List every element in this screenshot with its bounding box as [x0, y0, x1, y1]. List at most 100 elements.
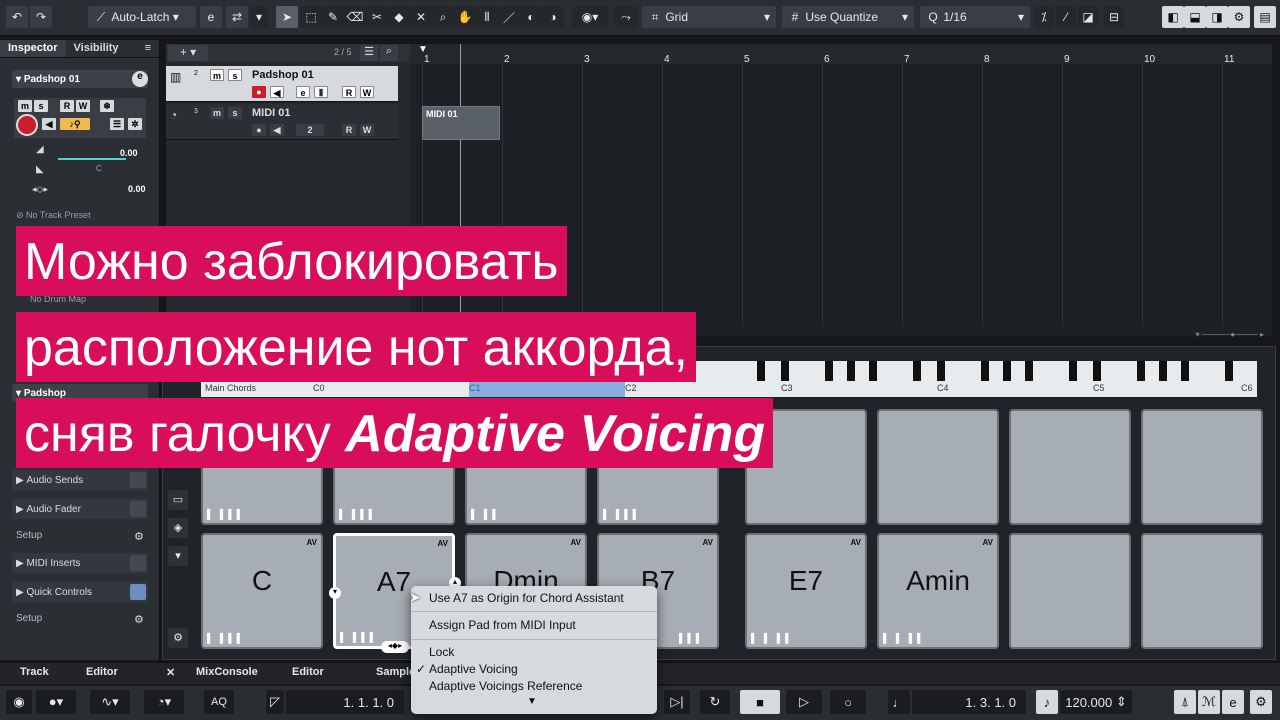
solo-button[interactable]: s: [34, 100, 48, 112]
lower-zone-icon[interactable]: ⬓: [1184, 6, 1206, 28]
record-mode-icon[interactable]: ●▾: [36, 690, 76, 714]
nudge-icon[interactable]: ⇄: [226, 6, 248, 28]
right-zone-icon[interactable]: ◨: [1206, 6, 1228, 28]
quantize-select[interactable]: Q 1/16 ▾: [920, 6, 1030, 28]
black-key[interactable]: [937, 361, 945, 381]
line-tool-icon[interactable]: ／: [498, 6, 520, 28]
menu-scroll-down-icon[interactable]: ▼: [527, 696, 537, 707]
inspector-track-header[interactable]: ▾ Padshop 01 e: [12, 70, 148, 88]
play-icon[interactable]: ▷: [786, 690, 822, 714]
redo-icon[interactable]: ↷: [30, 6, 52, 28]
tab-editor[interactable]: Editor: [292, 666, 324, 678]
chord-pad-empty[interactable]: [1009, 533, 1131, 649]
range-tool-icon[interactable]: ⬚: [300, 6, 322, 28]
menu-item-adaptive-voicing[interactable]: ✓ Adaptive Voicing: [411, 661, 657, 678]
track-row-midi[interactable]: ◔ 3 m s MIDI 01 ● ◀ 2 R W: [166, 104, 398, 140]
dropdown-icon[interactable]: ▾: [168, 546, 188, 566]
track-name[interactable]: Padshop 01: [252, 69, 314, 81]
cube-icon[interactable]: ◈: [168, 518, 188, 538]
black-key[interactable]: [1003, 361, 1011, 381]
quantize-setup-icon[interactable]: ⁄: [1056, 6, 1076, 28]
play-tool-icon[interactable]: ◐: [520, 6, 542, 28]
track-lanes-button[interactable]: ⫴: [314, 86, 328, 98]
track-mute-button[interactable]: m: [210, 107, 224, 119]
mute-button[interactable]: m: [18, 100, 32, 112]
position-value[interactable]: 1. 3. 1. 0: [912, 690, 1026, 714]
freeze-button[interactable]: ❄: [100, 100, 114, 112]
chord-pad[interactable]: [877, 409, 999, 525]
track-mute-button[interactable]: m: [210, 69, 224, 81]
track-solo-button[interactable]: s: [228, 69, 242, 81]
track-read-button[interactable]: R: [342, 124, 356, 136]
black-key[interactable]: [757, 361, 765, 381]
chord-pad[interactable]: [1141, 409, 1263, 525]
time-warp-icon[interactable]: ⍋: [1174, 690, 1196, 714]
stop-icon[interactable]: ■: [740, 690, 780, 714]
black-key[interactable]: [781, 361, 789, 381]
erase-tool-icon[interactable]: ⌫: [344, 6, 366, 28]
chord-pad-empty[interactable]: [1141, 533, 1263, 649]
mute-tool-icon[interactable]: ✕: [410, 6, 432, 28]
comment-icon[interactable]: ▭: [168, 490, 188, 510]
draw-tool-icon[interactable]: ✎: [322, 6, 344, 28]
black-key[interactable]: [1181, 361, 1189, 381]
track-write-button[interactable]: W: [360, 86, 374, 98]
menu-item-lock[interactable]: Lock: [411, 644, 657, 661]
metronome-icon[interactable]: ♩: [888, 690, 910, 714]
transport-settings-icon[interactable]: ⚙: [1250, 690, 1272, 714]
undo-icon[interactable]: ↶: [6, 6, 28, 28]
track-write-button[interactable]: W: [360, 124, 374, 136]
activity-icon[interactable]: ◉: [6, 690, 32, 714]
black-key[interactable]: [1093, 361, 1101, 381]
chord-pad-e7[interactable]: AV E7 ▌ ▌ ▌▌: [745, 533, 867, 649]
track-solo-button[interactable]: s: [228, 107, 242, 119]
edit-icon[interactable]: e: [1222, 690, 1244, 714]
layout-icon[interactable]: ▤: [1254, 6, 1276, 28]
align-icon[interactable]: ⊟: [1104, 6, 1124, 28]
audio-sends-section[interactable]: ▶ Audio Sends: [12, 470, 148, 490]
snap-toggle-icon[interactable]: ⤳: [614, 6, 638, 28]
glue-tool-icon[interactable]: ◆: [388, 6, 410, 28]
midi-inserts-toggle-icon[interactable]: [130, 555, 146, 571]
track-channel[interactable]: 2: [296, 124, 324, 136]
zoom-tool-icon[interactable]: ⌕: [432, 6, 454, 28]
track-preset[interactable]: ⊘ No Track Preset: [16, 210, 91, 221]
black-key[interactable]: [981, 361, 989, 381]
object-select-tool-icon[interactable]: ➤: [276, 6, 298, 28]
track-record-button[interactable]: ●: [252, 86, 266, 98]
chord-pad[interactable]: [1009, 409, 1131, 525]
black-key[interactable]: [913, 361, 921, 381]
track-monitor-button[interactable]: ◀: [270, 86, 284, 98]
auto-quantize-button[interactable]: AQ: [204, 690, 234, 714]
cursor-marker-icon[interactable]: ▼: [418, 44, 428, 55]
inspector-menu-icon[interactable]: ≡: [137, 40, 159, 57]
monitor-button[interactable]: ◀: [42, 118, 56, 130]
edit-instrument-icon[interactable]: e: [132, 71, 148, 87]
track-search-icon[interactable]: ⌕: [380, 45, 398, 61]
record-icon[interactable]: ○: [830, 690, 866, 714]
black-key[interactable]: [1225, 361, 1233, 381]
tab-inspector[interactable]: Inspector: [0, 40, 66, 57]
read-button[interactable]: R: [60, 100, 74, 112]
lanes-button[interactable]: ☰: [110, 118, 124, 130]
comp-tool-icon[interactable]: ⫴: [476, 6, 498, 28]
tab-mixconsole[interactable]: MixConsole: [196, 666, 258, 678]
chord-pad-c[interactable]: AV C ▌ ▌▌▌: [201, 533, 323, 649]
audio-fader-toggle-icon[interactable]: [130, 501, 146, 517]
grid-type-select[interactable]: # Use Quantize ▾: [782, 6, 914, 28]
black-key[interactable]: [1137, 361, 1145, 381]
settings-icon[interactable]: ⚙: [1228, 6, 1250, 28]
nudge-menu-icon[interactable]: ▾: [250, 6, 268, 28]
pan-value[interactable]: C: [96, 164, 102, 173]
iq-icon[interactable]: ⁒: [1034, 6, 1054, 28]
black-key[interactable]: [869, 361, 877, 381]
color-menu-icon[interactable]: ◉▾: [572, 6, 608, 28]
black-key[interactable]: [1069, 361, 1077, 381]
left-locator-icon[interactable]: ◸: [266, 690, 284, 714]
track-row-padshop[interactable]: ▥ 2 m s Padshop 01 ● ◀ e ⫴ R W: [166, 66, 398, 102]
pad-left-handle-icon[interactable]: ▾: [329, 587, 341, 599]
quick-controls-section[interactable]: ▶ Quick Controls: [12, 582, 148, 602]
cycle-icon[interactable]: ↻: [700, 690, 730, 714]
audio-sends-toggle-icon[interactable]: [130, 472, 146, 488]
setup-gear-icon-2[interactable]: ⚙: [134, 613, 144, 626]
